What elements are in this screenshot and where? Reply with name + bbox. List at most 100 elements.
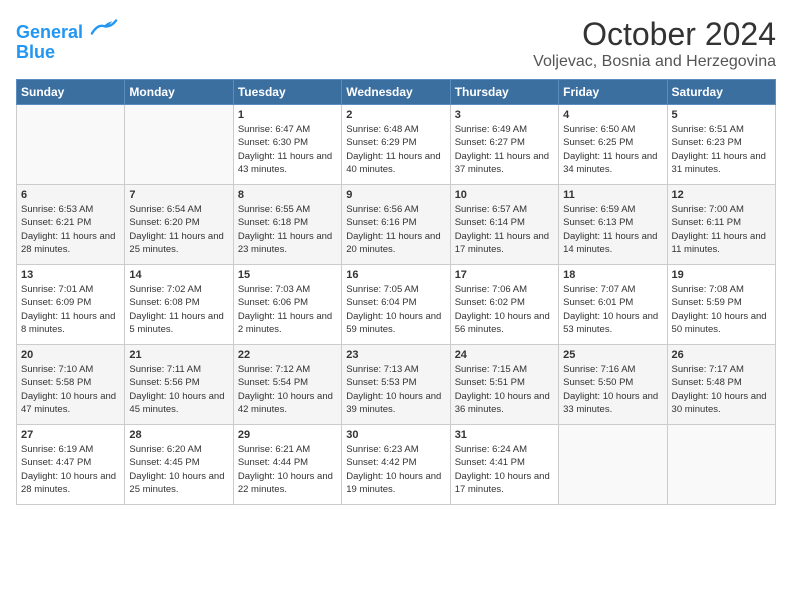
sunset-text: Sunset: 6:04 PM [346,297,416,308]
sunset-text: Sunset: 4:42 PM [346,457,416,468]
logo: General Blue [16,16,118,63]
day-number: 3 [455,109,554,121]
day-detail: Sunrise: 6:47 AM Sunset: 6:30 PM Dayligh… [238,123,337,176]
calendar-cell: 29 Sunrise: 6:21 AM Sunset: 4:44 PM Dayl… [233,425,341,505]
sunset-text: Sunset: 6:20 PM [129,217,199,228]
day-detail: Sunrise: 6:19 AM Sunset: 4:47 PM Dayligh… [21,443,120,496]
calendar-cell: 22 Sunrise: 7:12 AM Sunset: 5:54 PM Dayl… [233,345,341,425]
daylight-text: Daylight: 11 hours and 28 minutes. [21,231,115,255]
daylight-text: Daylight: 10 hours and 22 minutes. [238,471,333,495]
sunset-text: Sunset: 6:25 PM [563,137,633,148]
sunrise-text: Sunrise: 7:12 AM [238,364,310,375]
weekday-header: Thursday [450,80,558,105]
sunrise-text: Sunrise: 7:02 AM [129,284,201,295]
sunset-text: Sunset: 6:21 PM [21,217,91,228]
location-title: Voljevac, Bosnia and Herzegovina [533,53,776,71]
daylight-text: Daylight: 10 hours and 53 minutes. [563,311,658,335]
day-number: 7 [129,189,228,201]
sunset-text: Sunset: 6:23 PM [672,137,742,148]
daylight-text: Daylight: 11 hours and 40 minutes. [346,151,440,175]
daylight-text: Daylight: 10 hours and 39 minutes. [346,391,441,415]
calendar-cell: 8 Sunrise: 6:55 AM Sunset: 6:18 PM Dayli… [233,185,341,265]
day-detail: Sunrise: 7:08 AM Sunset: 5:59 PM Dayligh… [672,283,771,336]
calendar-week-row: 1 Sunrise: 6:47 AM Sunset: 6:30 PM Dayli… [17,105,776,185]
calendar-cell: 18 Sunrise: 7:07 AM Sunset: 6:01 PM Dayl… [559,265,667,345]
day-number: 27 [21,429,120,441]
calendar-cell: 1 Sunrise: 6:47 AM Sunset: 6:30 PM Dayli… [233,105,341,185]
day-detail: Sunrise: 7:15 AM Sunset: 5:51 PM Dayligh… [455,363,554,416]
sunset-text: Sunset: 4:47 PM [21,457,91,468]
daylight-text: Daylight: 10 hours and 28 minutes. [21,471,116,495]
day-number: 20 [21,349,120,361]
day-detail: Sunrise: 7:02 AM Sunset: 6:08 PM Dayligh… [129,283,228,336]
sunrise-text: Sunrise: 6:56 AM [346,204,418,215]
daylight-text: Daylight: 10 hours and 25 minutes. [129,471,224,495]
sunrise-text: Sunrise: 6:20 AM [129,444,201,455]
calendar-week-row: 6 Sunrise: 6:53 AM Sunset: 6:21 PM Dayli… [17,185,776,265]
day-detail: Sunrise: 7:17 AM Sunset: 5:48 PM Dayligh… [672,363,771,416]
daylight-text: Daylight: 11 hours and 17 minutes. [455,231,549,255]
daylight-text: Daylight: 10 hours and 33 minutes. [563,391,658,415]
sunrise-text: Sunrise: 7:03 AM [238,284,310,295]
calendar-cell: 27 Sunrise: 6:19 AM Sunset: 4:47 PM Dayl… [17,425,125,505]
calendar-cell: 16 Sunrise: 7:05 AM Sunset: 6:04 PM Dayl… [342,265,450,345]
calendar-cell: 14 Sunrise: 7:02 AM Sunset: 6:08 PM Dayl… [125,265,233,345]
day-number: 6 [21,189,120,201]
calendar-cell [559,425,667,505]
sunrise-text: Sunrise: 7:00 AM [672,204,744,215]
sunrise-text: Sunrise: 7:08 AM [672,284,744,295]
day-number: 26 [672,349,771,361]
day-number: 1 [238,109,337,121]
day-number: 15 [238,269,337,281]
calendar-cell: 9 Sunrise: 6:56 AM Sunset: 6:16 PM Dayli… [342,185,450,265]
daylight-text: Daylight: 11 hours and 5 minutes. [129,311,223,335]
calendar-cell: 5 Sunrise: 6:51 AM Sunset: 6:23 PM Dayli… [667,105,775,185]
calendar-cell: 23 Sunrise: 7:13 AM Sunset: 5:53 PM Dayl… [342,345,450,425]
day-number: 16 [346,269,445,281]
daylight-text: Daylight: 11 hours and 34 minutes. [563,151,657,175]
calendar-cell: 24 Sunrise: 7:15 AM Sunset: 5:51 PM Dayl… [450,345,558,425]
weekday-header-row: SundayMondayTuesdayWednesdayThursdayFrid… [17,80,776,105]
day-detail: Sunrise: 6:50 AM Sunset: 6:25 PM Dayligh… [563,123,662,176]
sunset-text: Sunset: 4:41 PM [455,457,525,468]
daylight-text: Daylight: 11 hours and 25 minutes. [129,231,223,255]
day-detail: Sunrise: 7:16 AM Sunset: 5:50 PM Dayligh… [563,363,662,416]
day-number: 29 [238,429,337,441]
day-number: 14 [129,269,228,281]
day-detail: Sunrise: 6:49 AM Sunset: 6:27 PM Dayligh… [455,123,554,176]
calendar-cell: 12 Sunrise: 7:00 AM Sunset: 6:11 PM Dayl… [667,185,775,265]
logo-blue: Blue [16,43,118,63]
daylight-text: Daylight: 10 hours and 56 minutes. [455,311,550,335]
calendar-week-row: 13 Sunrise: 7:01 AM Sunset: 6:09 PM Dayl… [17,265,776,345]
logo-bird-icon [90,16,118,38]
day-number: 19 [672,269,771,281]
day-detail: Sunrise: 6:53 AM Sunset: 6:21 PM Dayligh… [21,203,120,256]
sunset-text: Sunset: 6:27 PM [455,137,525,148]
sunrise-text: Sunrise: 7:17 AM [672,364,744,375]
day-detail: Sunrise: 6:56 AM Sunset: 6:16 PM Dayligh… [346,203,445,256]
title-block: October 2024 Voljevac, Bosnia and Herzeg… [533,16,776,71]
sunset-text: Sunset: 6:09 PM [21,297,91,308]
sunrise-text: Sunrise: 6:57 AM [455,204,527,215]
day-number: 31 [455,429,554,441]
sunrise-text: Sunrise: 7:11 AM [129,364,201,375]
calendar-cell: 2 Sunrise: 6:48 AM Sunset: 6:29 PM Dayli… [342,105,450,185]
weekday-header: Sunday [17,80,125,105]
day-detail: Sunrise: 6:23 AM Sunset: 4:42 PM Dayligh… [346,443,445,496]
day-detail: Sunrise: 7:05 AM Sunset: 6:04 PM Dayligh… [346,283,445,336]
day-number: 17 [455,269,554,281]
sunrise-text: Sunrise: 7:06 AM [455,284,527,295]
day-number: 28 [129,429,228,441]
sunset-text: Sunset: 4:44 PM [238,457,308,468]
calendar-cell: 28 Sunrise: 6:20 AM Sunset: 4:45 PM Dayl… [125,425,233,505]
day-number: 9 [346,189,445,201]
daylight-text: Daylight: 11 hours and 23 minutes. [238,231,332,255]
sunset-text: Sunset: 6:30 PM [238,137,308,148]
calendar-week-row: 27 Sunrise: 6:19 AM Sunset: 4:47 PM Dayl… [17,425,776,505]
weekday-header: Friday [559,80,667,105]
sunrise-text: Sunrise: 6:53 AM [21,204,93,215]
day-detail: Sunrise: 6:21 AM Sunset: 4:44 PM Dayligh… [238,443,337,496]
calendar-cell: 7 Sunrise: 6:54 AM Sunset: 6:20 PM Dayli… [125,185,233,265]
sunrise-text: Sunrise: 6:55 AM [238,204,310,215]
day-number: 5 [672,109,771,121]
